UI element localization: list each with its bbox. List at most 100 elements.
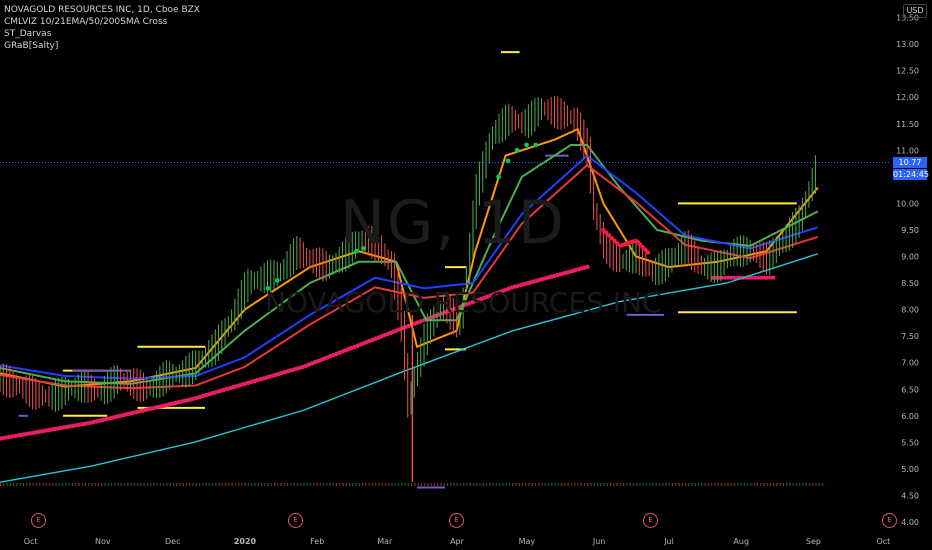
volume-bar <box>603 483 605 486</box>
volume-bar <box>456 483 458 486</box>
volume-bar <box>541 483 543 486</box>
x-tick-label: Aug <box>733 537 749 546</box>
volume-bar <box>502 483 504 486</box>
volume-bar <box>737 483 739 486</box>
y-tick-label: 5.50 <box>901 438 919 447</box>
volume-bar <box>156 483 158 486</box>
volume-bar <box>476 483 478 486</box>
y-tick-label: 9.50 <box>901 226 919 235</box>
volume-bar <box>123 483 126 486</box>
volume-bar <box>189 483 191 486</box>
volume-bar <box>407 483 409 486</box>
volume-bar <box>593 483 595 486</box>
volume-bar <box>91 483 93 486</box>
volume-bar <box>270 483 272 486</box>
volume-bar <box>580 483 582 486</box>
volume-bar <box>691 483 693 486</box>
volume-bar <box>773 483 775 486</box>
volume-bar <box>410 483 413 486</box>
volume-bar <box>766 483 768 486</box>
volume-bar <box>678 483 680 486</box>
volume-bar <box>358 483 360 486</box>
volume-bar <box>538 483 540 486</box>
volume-bar <box>583 483 586 486</box>
volume-bar <box>629 483 631 486</box>
grab-dot <box>496 174 501 180</box>
volume-bar <box>127 483 129 486</box>
volume-bar <box>231 483 233 486</box>
x-tick-label: Jul <box>663 537 674 546</box>
volume-bar <box>316 483 318 486</box>
volume-bar <box>215 483 217 486</box>
volume-bar <box>273 483 276 486</box>
volume-bar <box>609 483 612 486</box>
volume-bar <box>590 483 592 486</box>
volume-bar <box>587 483 589 486</box>
volume-bar <box>293 483 295 486</box>
volume-bar <box>596 483 599 486</box>
earnings-marker[interactable]: E <box>31 513 46 528</box>
x-tick-label: Sep <box>806 537 821 546</box>
volume-bar <box>300 483 302 486</box>
volume-bar <box>19 483 21 486</box>
volume-bar <box>52 483 54 486</box>
volume-bar <box>639 483 641 486</box>
x-tick-label: Feb <box>310 537 324 546</box>
volume-bar <box>394 483 396 486</box>
volume-bar <box>241 483 243 486</box>
volume-bar <box>616 483 618 486</box>
volume-bar <box>13 483 15 486</box>
earnings-marker[interactable]: E <box>449 513 464 528</box>
volume-bar <box>257 483 259 486</box>
y-tick-label: 11.50 <box>896 120 919 129</box>
earnings-marker[interactable]: E <box>882 513 897 528</box>
volume-bar <box>420 483 422 486</box>
volume-bar <box>150 483 152 486</box>
volume-bar <box>362 483 364 486</box>
volume-bar <box>329 483 331 486</box>
volume-bar <box>166 483 168 486</box>
volume-bar <box>427 483 429 486</box>
volume-bar <box>658 483 661 486</box>
volume-bar <box>750 483 752 486</box>
volume-bar <box>101 483 103 486</box>
earnings-marker[interactable]: E <box>643 513 658 528</box>
volume-bar <box>143 483 145 486</box>
indicator-darvas[interactable]: ST_Darvas <box>4 28 200 40</box>
indicator-grab[interactable]: GRaB[Salty] <box>4 40 200 52</box>
earnings-marker[interactable]: E <box>288 513 303 528</box>
volume-bar <box>185 483 188 486</box>
volume-bar <box>776 483 778 486</box>
volume-bar <box>701 483 703 486</box>
volume-bar <box>55 483 57 486</box>
price-chart[interactable]: 4.00 4.50 5.00 5.50 6.00 6.50 7.00 7.50 8.00 8.50… <box>0 0 932 550</box>
currency-label[interactable]: USD <box>903 4 927 18</box>
indicator-ema-cross[interactable]: CMLVIZ 10/21EMA/50/200SMA Cross <box>4 16 200 28</box>
volume-bar <box>290 483 292 486</box>
volume-bar <box>238 483 240 486</box>
volume-bar <box>675 483 677 486</box>
volume-bar <box>799 483 801 486</box>
volume-bar <box>84 483 87 486</box>
volume-bar <box>388 483 390 486</box>
volume-bar <box>433 483 436 486</box>
volume-bar <box>234 483 237 486</box>
symbol-title[interactable]: NOVAGOLD RESOURCES INC, 1D, Cboe BZX <box>4 4 200 16</box>
volume-bar <box>65 483 67 486</box>
y-tick-label: 7.00 <box>901 359 919 368</box>
volume-bar <box>61 483 64 486</box>
volume-bar <box>16 483 18 486</box>
volume-bar <box>97 483 100 486</box>
volume-bar <box>176 483 178 486</box>
volume-bar <box>724 483 726 486</box>
volume-bar <box>342 483 344 486</box>
volume-bar <box>48 483 51 486</box>
volume-bar <box>42 483 44 486</box>
volume-bar <box>753 483 755 486</box>
volume-bar <box>759 483 762 486</box>
volume-bar <box>221 483 224 486</box>
volume-bar <box>499 483 501 486</box>
volume-bar <box>192 483 194 486</box>
volume-bar <box>29 483 31 486</box>
volume-bar <box>39 483 41 486</box>
